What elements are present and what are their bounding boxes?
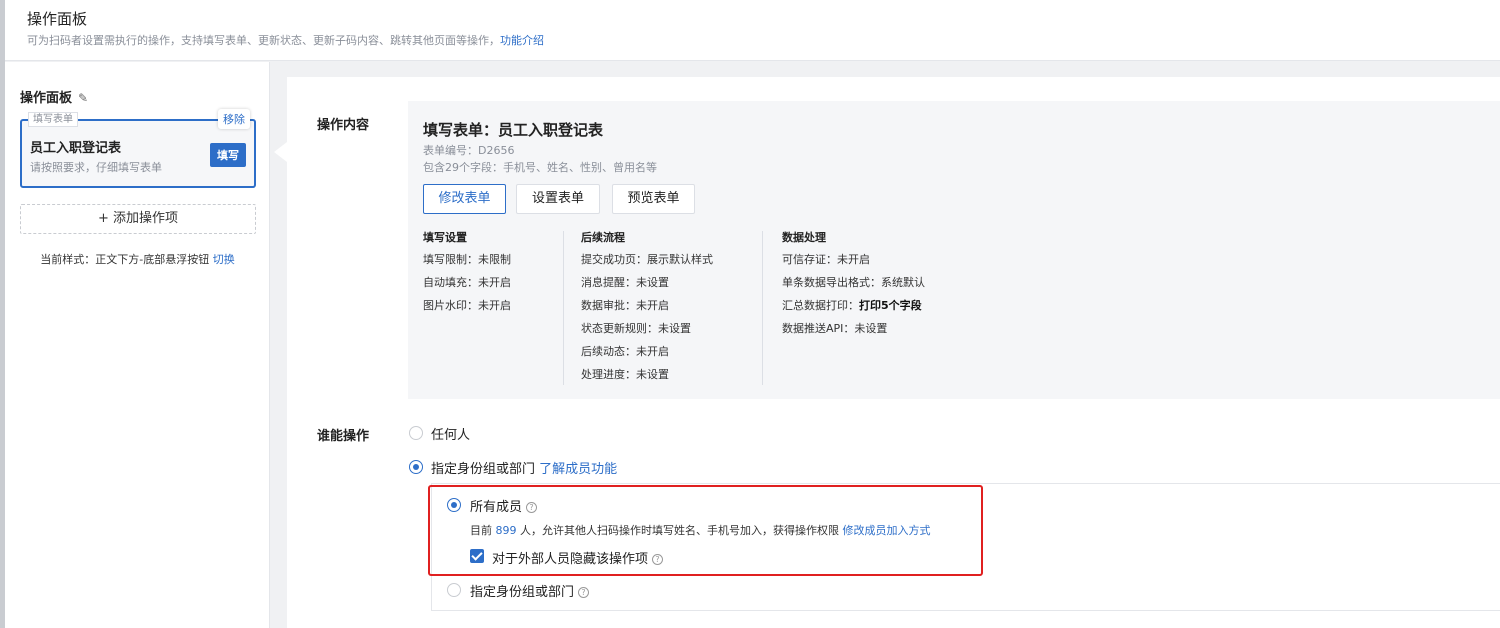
help-icon[interactable]: ? <box>578 587 590 598</box>
column-item: 处理进度：未设置 <box>581 368 669 381</box>
form-summary-panel: 填写表单：员工入职登记表 表单编号：D2656 包含29个字段：手机号、姓名、性… <box>408 101 1500 399</box>
column-item: 图片水印：未开启 <box>423 299 511 312</box>
print-label: 汇总数据打印： <box>782 299 859 312</box>
pencil-icon[interactable]: ✎ <box>78 91 88 105</box>
specified-radio[interactable] <box>409 460 423 474</box>
column-item: 数据推送API：未设置 <box>782 322 888 335</box>
current-style: 当前样式：正文下方-底部悬浮按钮 切换 <box>5 251 270 267</box>
specified-group-radio[interactable] <box>447 583 461 597</box>
intro-link[interactable]: 功能介绍 <box>500 34 544 47</box>
subtitle-text: 可为扫码者设置需执行的操作，支持填写表单、更新状态、更新子码内容、跳转其他页面等… <box>27 34 500 47</box>
settings-form-button[interactable]: 设置表单 <box>516 184 600 214</box>
specified-label[interactable]: 指定身份组或部门 <box>431 462 535 477</box>
specified-group-label[interactable]: 指定身份组或部门 <box>470 585 574 600</box>
sidebar-title-text: 操作面板 <box>20 91 73 106</box>
column-heading: 后续流程 <box>581 231 625 244</box>
sidebar-title: 操作面板 ✎ <box>20 87 88 106</box>
column-divider <box>563 231 564 385</box>
page-header: 操作面板 可为扫码者设置需执行的操作，支持填写表单、更新状态、更新子码内容、跳转… <box>5 0 1500 61</box>
add-operation-button[interactable]: + 添加操作项 <box>20 204 256 234</box>
specified-group-option: 指定身份组或部门? <box>470 581 590 600</box>
column-item: 数据审批：未开启 <box>581 299 669 312</box>
learn-members-link[interactable]: 了解成员功能 <box>539 462 617 477</box>
who-label: 谁能操作 <box>317 429 370 444</box>
column-item: 单条数据导出格式：系统默认 <box>782 276 925 289</box>
panel-pointer <box>274 142 287 162</box>
main-panel: 操作内容 填写表单：员工入职登记表 表单编号：D2656 包含29个字段：手机号… <box>287 77 1500 628</box>
column-item: 汇总数据打印：打印5个字段 <box>782 299 925 313</box>
card-title: 员工入职登记表 <box>30 141 122 156</box>
content-label: 操作内容 <box>317 118 370 133</box>
form-title: 填写表单：员工入职登记表 <box>423 121 604 139</box>
anyone-label[interactable]: 任何人 <box>431 424 470 443</box>
preview-form-button[interactable]: 预览表单 <box>612 184 695 214</box>
column-item: 提交成功页：展示默认样式 <box>581 253 713 266</box>
column-item: 后续动态：未开启 <box>581 345 669 358</box>
remove-button[interactable]: 移除 <box>218 109 250 129</box>
page-title: 操作面板 <box>27 10 88 28</box>
column-item: 填写限制：未限制 <box>423 253 511 266</box>
card-desc: 请按照要求，仔细填写表单 <box>30 161 162 174</box>
print-value: 打印5个字段 <box>859 299 922 312</box>
specified-option: 指定身份组或部门 了解成员功能 <box>431 458 617 477</box>
fill-settings-column: 填写设置 填写限制：未限制 自动填充：未开启 图片水印：未开启 <box>423 231 511 322</box>
switch-link[interactable]: 切换 <box>213 253 235 266</box>
page-subtitle: 可为扫码者设置需执行的操作，支持填写表单、更新状态、更新子码内容、跳转其他页面等… <box>27 32 544 48</box>
sidebar: 操作面板 ✎ 填写表单 移除 员工入职登记表 请按照要求，仔细填写表单 填写 + … <box>5 62 270 628</box>
form-fields: 包含29个字段：手机号、姓名、性别、曾用名等 <box>423 161 657 174</box>
card-type-tag: 填写表单 <box>28 112 78 127</box>
column-item: 可信存证：未开启 <box>782 253 870 266</box>
column-item: 状态更新规则：未设置 <box>581 322 691 335</box>
column-heading: 填写设置 <box>423 231 467 244</box>
edit-form-button[interactable]: 修改表单 <box>423 184 506 214</box>
followup-column: 后续流程 提交成功页：展示默认样式 消息提醒：未设置 数据审批：未开启 状态更新… <box>581 231 713 391</box>
anyone-radio[interactable] <box>409 426 423 440</box>
form-id: 表单编号：D2656 <box>423 144 515 157</box>
column-divider <box>762 231 763 385</box>
data-processing-column: 数据处理 可信存证：未开启 单条数据导出格式：系统默认 汇总数据打印：打印5个字… <box>782 231 925 345</box>
current-style-text: 当前样式：正文下方-底部悬浮按钮 <box>40 253 210 266</box>
operation-card[interactable]: 填写表单 移除 员工入职登记表 请按照要求，仔细填写表单 填写 <box>20 109 256 188</box>
column-item: 消息提醒：未设置 <box>581 276 669 289</box>
highlight-box <box>428 485 983 576</box>
column-heading: 数据处理 <box>782 231 826 244</box>
column-item: 自动填充：未开启 <box>423 276 511 289</box>
fill-button[interactable]: 填写 <box>210 143 246 167</box>
